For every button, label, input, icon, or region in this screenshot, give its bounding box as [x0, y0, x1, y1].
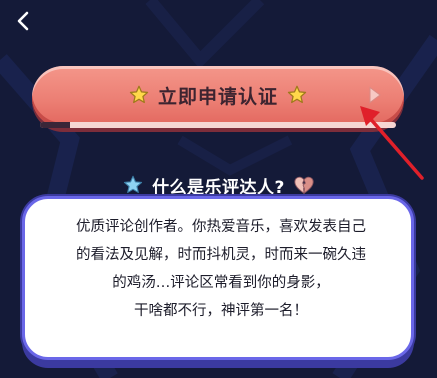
- apply-button-label: 立即申请认证: [157, 85, 278, 108]
- apply-arrow[interactable]: [360, 78, 390, 112]
- description-line: 的鸡汤…评论区常看到你的身影，: [112, 275, 330, 291]
- section-title: 什么是乐评达人?: [152, 177, 285, 198]
- star-icon: [129, 85, 149, 104]
- description-text: 优质评论创作者。你热爱音乐，喜欢发表自己 的看法及见解，时而抖机灵，时而来一碗久…: [39, 213, 403, 325]
- star-icon: [287, 85, 307, 104]
- description-line: 优质评论创作者。你热爱音乐，喜欢发表自己: [76, 219, 366, 235]
- description-line: 干啥都不行，神评第一名！: [134, 303, 308, 319]
- button-underline: [40, 122, 396, 128]
- broken-heart-icon: [294, 176, 314, 195]
- back-button[interactable]: [10, 8, 36, 34]
- button-underline-accent: [40, 122, 70, 128]
- description-card: 优质评论创作者。你热爱音乐，喜欢发表自己 的看法及见解，时而抖机灵，时而来一碗久…: [22, 196, 414, 360]
- description-line: 的看法及见解，时而抖机灵，时而来一碗久违: [76, 247, 366, 263]
- chevron-left-icon: [17, 11, 29, 31]
- play-triangle-icon: [369, 86, 381, 104]
- star-icon: [123, 175, 143, 193]
- apply-certification-button[interactable]: 立即申请认证: [32, 66, 404, 128]
